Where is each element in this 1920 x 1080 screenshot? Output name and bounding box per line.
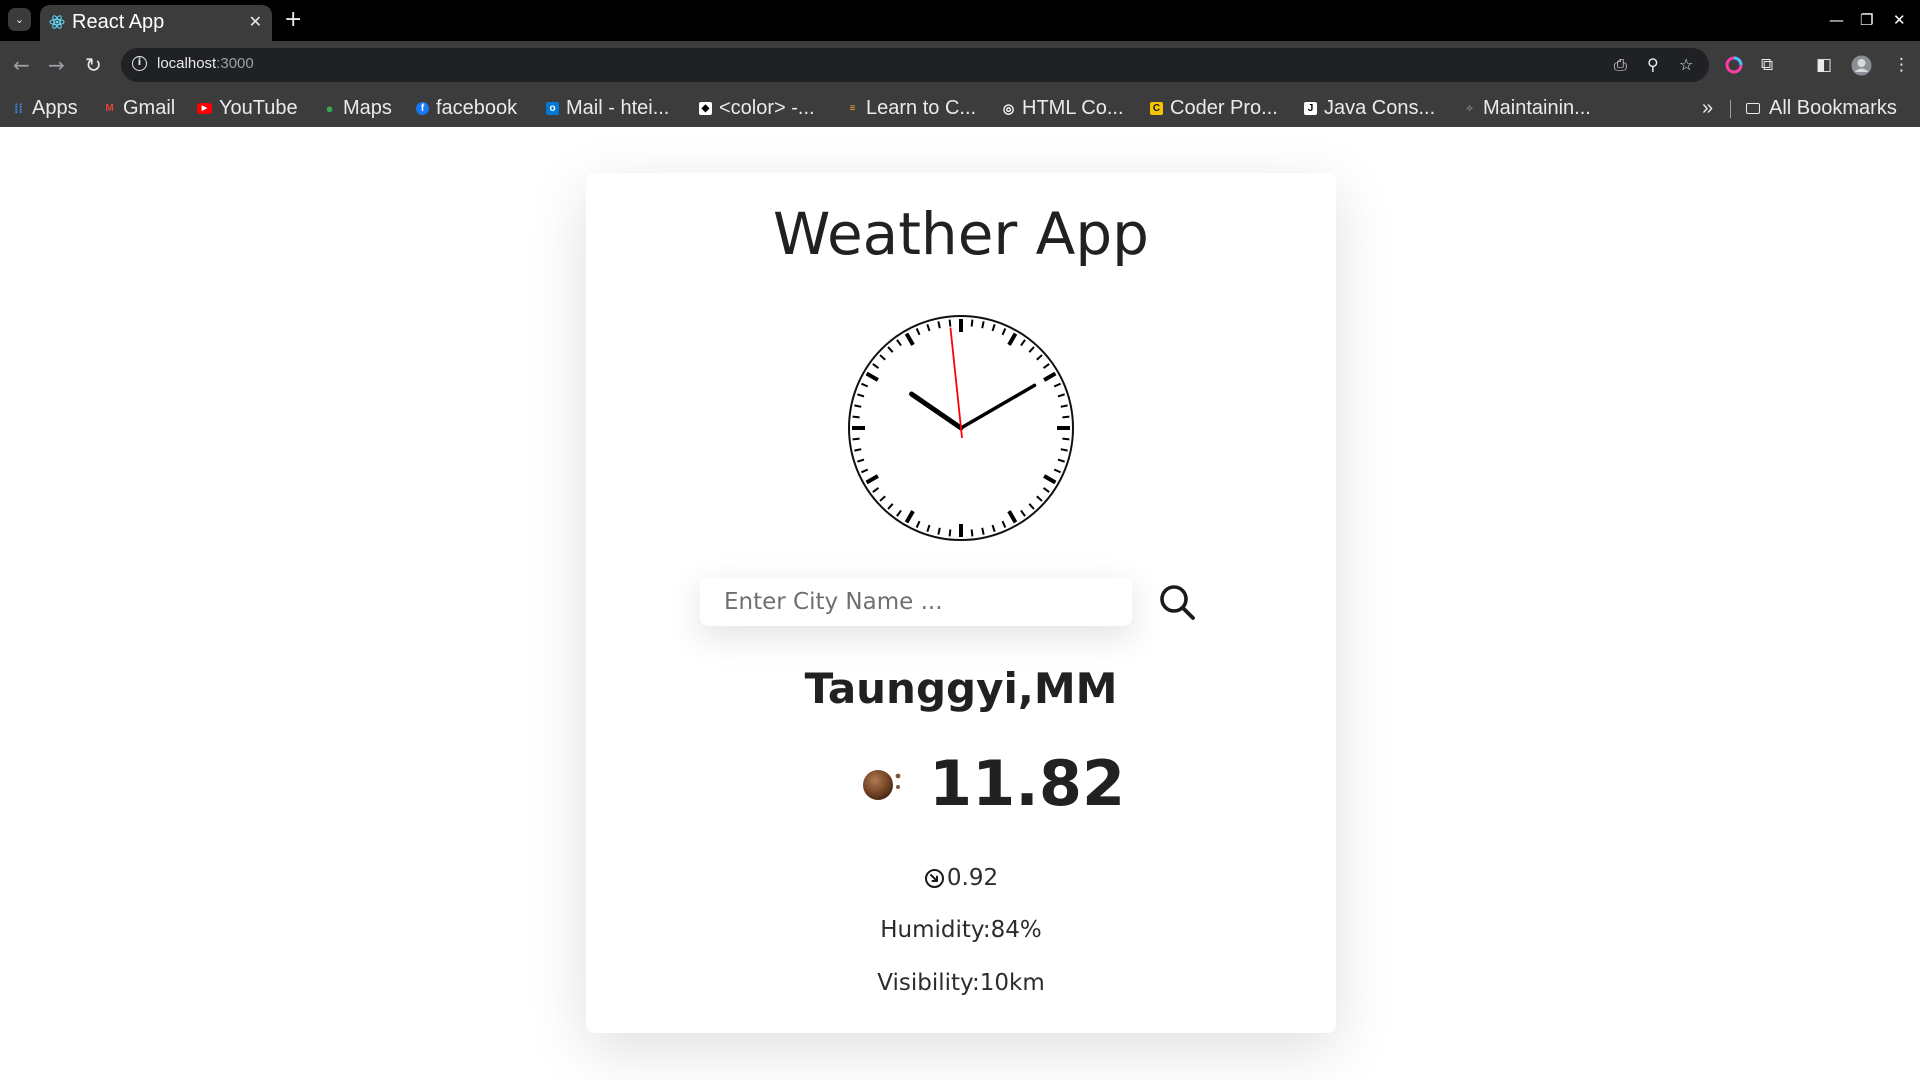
search-icon[interactable] (1156, 581, 1198, 623)
outlook-icon: o (546, 101, 559, 115)
more-bookmarks-button[interactable]: » (1702, 93, 1713, 123)
restore-icon[interactable]: ❐ (1860, 8, 1873, 32)
close-icon[interactable]: ✕ (249, 11, 262, 33)
window-close-icon[interactable]: ✕ (1893, 8, 1906, 32)
tab-search-button[interactable]: ⌄ (8, 8, 31, 31)
temperature: 11.82 (929, 747, 1126, 820)
gmail-icon: M (105, 102, 114, 114)
bookmark-label: Apps (32, 96, 78, 119)
all-bookmarks-button[interactable]: All Bookmarks (1746, 93, 1897, 123)
coder-icon: C (1150, 101, 1163, 115)
bookmark-maintaining[interactable]: ⟡ Maintainin... (1463, 93, 1591, 123)
clock-tick (937, 527, 941, 535)
weather-condition-icon (863, 770, 901, 800)
bookmark-label: Maps (343, 96, 392, 119)
bookmark-color[interactable]: ◆ <color> -... (699, 93, 815, 123)
extensions-puzzle-icon[interactable]: ⧉ (1761, 52, 1773, 78)
react-icon (49, 15, 65, 29)
clock-tick (981, 321, 985, 329)
forward-arrow-icon[interactable]: → (48, 52, 65, 78)
bookmark-mail[interactable]: o Mail - htei... (546, 93, 669, 123)
wind-direction-icon (924, 868, 944, 888)
color-extension-icon[interactable] (1725, 56, 1743, 74)
maps-pin-icon: ● (325, 100, 334, 116)
page-title: Weather App (773, 200, 1149, 268)
clock-tick (1060, 448, 1068, 452)
minimize-icon[interactable]: — (1829, 8, 1844, 32)
globe-icon: ◎ (1002, 100, 1015, 116)
maintain-icon: ⟡ (1466, 102, 1473, 114)
clock-tick (1062, 415, 1070, 419)
bookmark-label: Learn to C... (866, 96, 977, 119)
clock-tick (970, 319, 974, 327)
clock-tick (852, 437, 860, 441)
bookmarks-divider (1730, 100, 1731, 118)
folder-icon (1746, 102, 1760, 114)
browser-tab-bar: ⌄ React App ✕ + — ❐ ✕ (0, 0, 1920, 41)
bookmark-label: Gmail (123, 96, 176, 119)
bookmark-apps[interactable]: ⁞⁞ Apps (12, 93, 78, 123)
bookmark-html[interactable]: ◎ HTML Co... (1002, 93, 1124, 123)
clock-tick (937, 321, 941, 329)
side-panel-icon[interactable]: ◧ (1816, 52, 1832, 78)
analog-clock (848, 315, 1074, 541)
bookmark-java[interactable]: J Java Cons... (1304, 93, 1435, 123)
browser-tab[interactable]: React App ✕ (40, 5, 272, 41)
zoom-icon[interactable]: ⚲ (1647, 54, 1659, 76)
weather-card: Weather App Taunggyi,MM 11.82 (586, 173, 1336, 1033)
chevron-double-right-icon: » (1702, 96, 1714, 119)
clock-tick (852, 415, 860, 419)
address-bar[interactable]: i localhost:3000 ⎙ ⚲ ☆ (121, 48, 1709, 82)
learn-icon: ≡ (849, 102, 856, 114)
bookmarks-bar: ⁞⁞ Apps M Gmail ▶ YouTube ● Maps f faceb… (0, 89, 1920, 127)
facebook-icon: f (416, 101, 429, 115)
city-name: Taunggyi,MM (804, 664, 1118, 713)
bookmark-youtube[interactable]: ▶ YouTube (197, 93, 298, 123)
clock-tick (854, 448, 862, 452)
clock-tick (1060, 404, 1068, 408)
visibility: Visibility:10km (877, 970, 1045, 996)
city-search-input[interactable] (700, 578, 1132, 626)
site-info-icon[interactable]: i (132, 56, 147, 71)
mdn-icon: ◆ (699, 101, 712, 115)
bookmark-maps[interactable]: ● Maps (323, 93, 392, 123)
bookmark-label: facebook (436, 96, 518, 119)
tab-title: React App (72, 11, 165, 33)
bookmark-label: <color> -... (719, 96, 815, 119)
bookmark-gmail[interactable]: M Gmail (103, 93, 175, 123)
bookmark-label: Coder Pro... (1170, 96, 1278, 119)
wind-speed-value: 0.92 (946, 865, 999, 891)
bookmark-label: Maintainin... (1483, 96, 1591, 119)
avatar[interactable] (1851, 55, 1872, 76)
new-tab-button[interactable]: + (284, 8, 302, 32)
all-bookmarks-label: All Bookmarks (1769, 96, 1897, 119)
reload-icon[interactable]: ↻ (85, 52, 102, 78)
wind-speed: 0.92 (586, 863, 1336, 893)
bookmark-coder[interactable]: C Coder Pro... (1150, 93, 1278, 123)
install-app-icon[interactable]: ⎙ (1614, 54, 1627, 76)
search-box (700, 578, 1132, 626)
bookmark-star-icon[interactable]: ☆ (1679, 54, 1693, 76)
clock-tick (948, 529, 952, 537)
clock-tick (981, 527, 985, 535)
bookmark-label: Java Cons... (1324, 96, 1436, 119)
url-text[interactable]: localhost:3000 (157, 55, 254, 72)
java-icon: J (1304, 101, 1317, 115)
back-arrow-icon[interactable]: ← (13, 52, 30, 78)
browser-toolbar: ← → ↻ i localhost:3000 ⎙ ⚲ ☆ ⧉ ◧ ⋮ (0, 41, 1920, 89)
bookmark-facebook[interactable]: f facebook (416, 93, 517, 123)
bookmark-label: HTML Co... (1022, 96, 1124, 119)
clock-tick (854, 404, 862, 408)
chevron-down-icon: ⌄ (14, 13, 25, 26)
clock-tick (970, 529, 974, 537)
humidity: Humidity:84% (880, 917, 1042, 943)
clock-tick (1062, 437, 1070, 441)
clock-tick (948, 319, 952, 327)
bookmark-label: YouTube (219, 96, 298, 119)
apps-grid-icon: ⁞⁞ (14, 100, 23, 116)
bookmark-label: Mail - htei... (566, 96, 670, 119)
bookmark-learn[interactable]: ≡ Learn to C... (846, 93, 976, 123)
menu-dots-icon[interactable]: ⋮ (1893, 52, 1910, 78)
youtube-icon: ▶ (197, 102, 212, 114)
